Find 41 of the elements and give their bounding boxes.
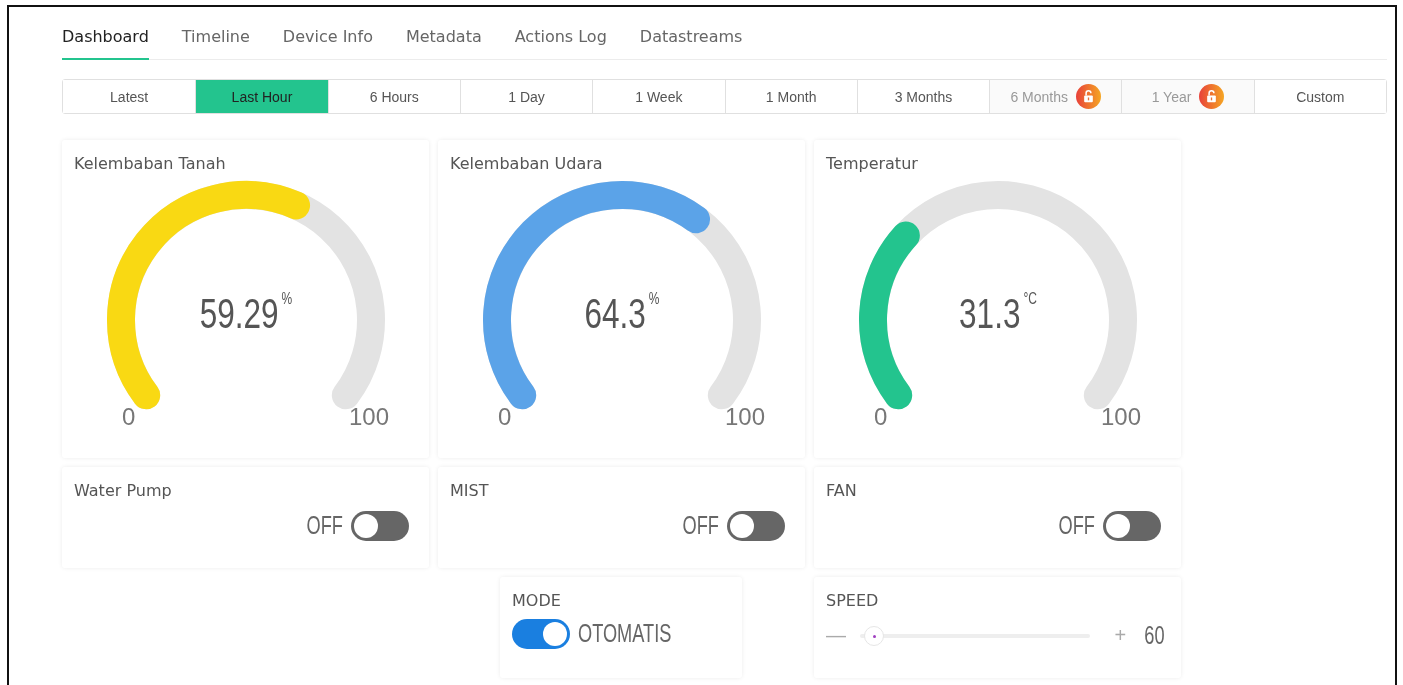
tab[interactable]: Datastreams [639,27,743,60]
slider-thumb[interactable] [864,625,885,646]
lock-icon [1076,84,1102,109]
lock-icon [1199,84,1225,109]
gauge-min: 0 [498,403,512,431]
gauge-min: 0 [874,403,888,431]
widget-title: Kelembaban Tanah [74,154,227,173]
slider[interactable] [860,625,1091,646]
tab[interactable]: Actions Log [514,27,607,60]
slider-value: 60 [1144,620,1165,651]
time-range-button[interactable]: Last Hour [195,80,328,113]
gauge-unit: % [648,290,659,307]
gauge-value: 59.29 [199,290,279,337]
toggle-switch[interactable] [512,618,570,649]
widget-title: SPEED [826,591,880,610]
widget-title: Water Pump [74,481,173,500]
widget-title: MODE [512,591,562,610]
widget-title: FAN [826,481,858,500]
switch-label: OFF [682,510,719,541]
gauge-max: 100 [348,403,389,431]
time-range-button[interactable]: Custom [1253,80,1386,113]
gauge-unit: °C [1022,290,1037,307]
gauge-value: 31.3 [958,290,1020,337]
gauge-unit: % [281,290,292,307]
tab[interactable]: Dashboard [62,27,149,60]
switch-label: OTOMATIS [578,618,672,649]
gauge-min: 0 [122,403,136,431]
widget-title: Kelembaban Udara [450,154,604,173]
widget-title: MIST [450,481,490,500]
gauge-max: 100 [724,403,765,431]
gauge-value: 64.3 [584,290,646,337]
tab[interactable]: Metadata [405,27,482,60]
tab[interactable]: Timeline [181,27,250,60]
switch-label: OFF [306,510,343,541]
toggle-switch[interactable] [1103,510,1161,541]
widget-title: Temperatur [826,154,919,173]
switch-label: OFF [1058,510,1095,541]
toggle-switch[interactable] [727,510,785,541]
gauge-max: 100 [1100,403,1141,431]
tab[interactable]: Device Info [282,27,373,60]
toggle-switch[interactable] [351,510,409,541]
